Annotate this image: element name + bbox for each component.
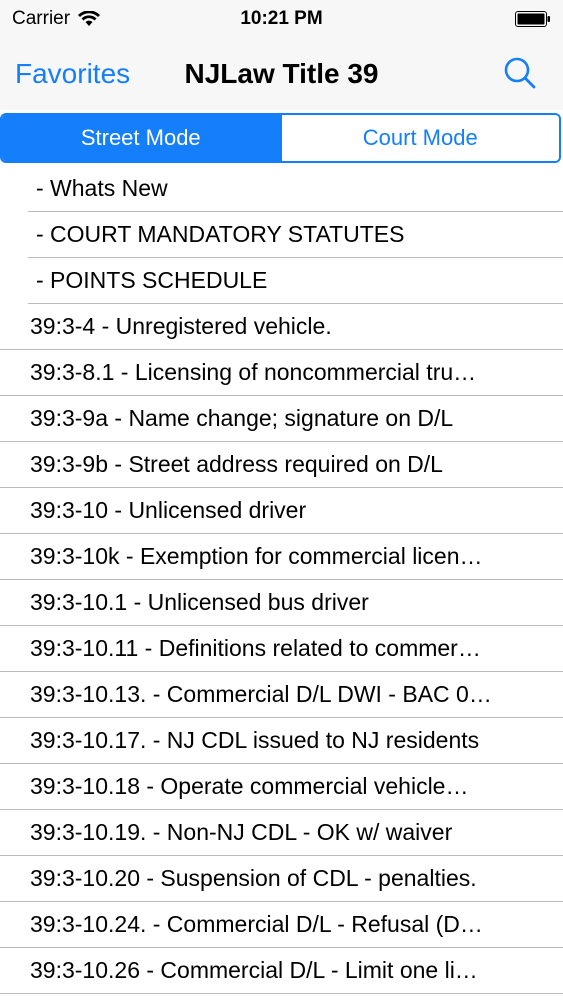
list-item[interactable]: 39:3-10.19. - Non-NJ CDL - OK w/ waiver: [0, 810, 563, 856]
list-item[interactable]: 39:3-4 - Unregistered vehicle.: [0, 304, 563, 350]
list-item[interactable]: 39:3-8.1 - Licensing of noncommercial tr…: [0, 350, 563, 396]
list-item[interactable]: 39:3-10 - Unlicensed driver: [0, 488, 563, 534]
list-item-label: 39:3-9b - Street address required on D/L: [30, 451, 443, 477]
court-mode-segment[interactable]: Court Mode: [279, 115, 559, 161]
street-mode-segment[interactable]: Street Mode: [2, 115, 280, 161]
battery-icon: [515, 11, 550, 27]
list-item-label: 39:3-10.24. - Commercial D/L - Refusal (…: [30, 911, 483, 937]
list-item[interactable]: 39:3-10.18 - Operate commercial vehicle…: [0, 764, 563, 810]
statute-list: - Whats New - COURT MANDATORY STATUTES -…: [0, 166, 563, 994]
list-item-label: 39:3-10.1 - Unlicensed bus driver: [30, 589, 369, 615]
search-icon[interactable]: [503, 56, 537, 90]
list-item-label: 39:3-10.19. - Non-NJ CDL - OK w/ waiver: [30, 819, 453, 845]
list-item-label: 39:3-10.18 - Operate commercial vehicle…: [30, 773, 469, 799]
list-item-label: 39:3-8.1 - Licensing of noncommercial tr…: [30, 359, 477, 385]
navigation-bar: Favorites NJLaw Title 39: [0, 40, 563, 110]
list-item[interactable]: - COURT MANDATORY STATUTES: [28, 212, 563, 258]
list-item[interactable]: 39:3-10.1 - Unlicensed bus driver: [0, 580, 563, 626]
page-title: NJLaw Title 39: [184, 58, 379, 89]
list-item-label: 39:3-10.26 - Commercial D/L - Limit one …: [30, 957, 478, 983]
list-item-label: - Whats New: [36, 175, 168, 201]
mode-segmented-control: Street Mode Court Mode: [0, 113, 561, 163]
list-item-label: 39:3-9a - Name change; signature on D/L: [30, 405, 454, 431]
list-item[interactable]: 39:3-10.24. - Commercial D/L - Refusal (…: [0, 902, 563, 948]
list-item[interactable]: 39:3-10.20 - Suspension of CDL - penalti…: [0, 856, 563, 902]
list-item[interactable]: 39:3-10.17. - NJ CDL issued to NJ reside…: [0, 718, 563, 764]
list-item[interactable]: - POINTS SCHEDULE: [28, 258, 563, 304]
list-item-label: 39:3-10.20 - Suspension of CDL - penalti…: [30, 865, 477, 891]
list-item[interactable]: 39:3-10.13. - Commercial D/L DWI - BAC 0…: [0, 672, 563, 718]
list-item-label: 39:3-10.13. - Commercial D/L DWI - BAC 0…: [30, 681, 492, 707]
list-item-label: - POINTS SCHEDULE: [36, 267, 268, 293]
list-item[interactable]: 39:3-10.11 - Definitions related to comm…: [0, 626, 563, 672]
list-item[interactable]: 39:3-10k - Exemption for commercial lice…: [0, 534, 563, 580]
list-item[interactable]: 39:3-9b - Street address required on D/L: [0, 442, 563, 488]
list-item[interactable]: - Whats New: [28, 166, 563, 212]
list-item-label: 39:3-10.11 - Definitions related to comm…: [30, 635, 481, 661]
status-bar: Carrier 10:21 PM: [0, 0, 563, 40]
list-item-label: 39:3-10k - Exemption for commercial lice…: [30, 543, 483, 569]
list-item-label: - COURT MANDATORY STATUTES: [36, 221, 405, 247]
list-item[interactable]: 39:3-9a - Name change; signature on D/L: [0, 396, 563, 442]
list-item-label: 39:3-10.17. - NJ CDL issued to NJ reside…: [30, 727, 480, 753]
list-item-label: 39:3-10 - Unlicensed driver: [30, 497, 307, 523]
status-time: 10:21 PM: [240, 8, 323, 29]
list-item[interactable]: 39:3-10.26 - Commercial D/L - Limit one …: [0, 948, 563, 994]
list-item-label: 39:3-4 - Unregistered vehicle.: [30, 313, 332, 339]
